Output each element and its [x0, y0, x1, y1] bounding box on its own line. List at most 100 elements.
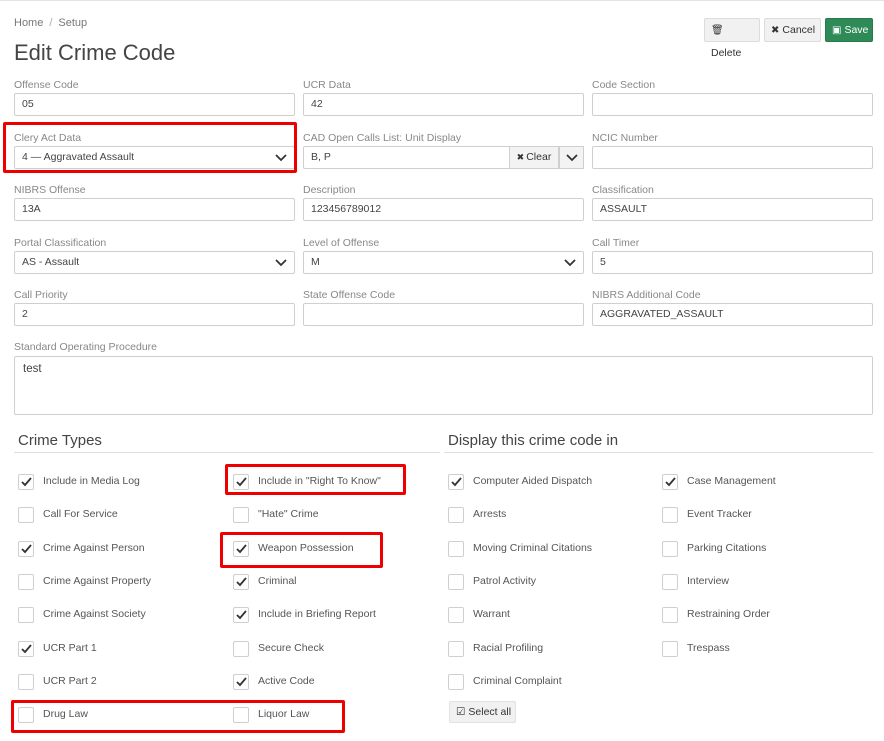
- ncic-input[interactable]: [592, 146, 873, 169]
- trash-icon: 🗑: [711, 25, 724, 36]
- portal-classification-label: Portal Classification: [14, 237, 107, 249]
- checkbox[interactable]: [662, 574, 678, 590]
- checkbox[interactable]: [18, 574, 34, 590]
- delete-button[interactable]: 🗑 Delete: [704, 18, 760, 59]
- checkbox[interactable]: [233, 507, 249, 523]
- checkbox[interactable]: [233, 607, 249, 623]
- offense-code-input[interactable]: 05: [14, 93, 295, 116]
- checkbox[interactable]: [448, 674, 464, 690]
- checkbox[interactable]: [448, 607, 464, 623]
- checkbox[interactable]: [18, 474, 34, 490]
- checkbox-label: Parking Citations: [687, 542, 767, 554]
- call-timer-label: Call Timer: [592, 237, 640, 249]
- checkbox-label: Racial Profiling: [473, 642, 544, 654]
- checkbox[interactable]: [662, 474, 678, 490]
- nibrs-offense-input[interactable]: 13A: [14, 198, 295, 221]
- description-input[interactable]: 123456789012: [303, 198, 584, 221]
- breadcrumb-home[interactable]: Home: [14, 17, 43, 29]
- code-section-input[interactable]: [592, 93, 873, 116]
- display-in-divider: [444, 452, 873, 453]
- checkbox-label: Active Code: [258, 675, 315, 687]
- call-priority-input[interactable]: 2: [14, 303, 295, 326]
- checkbox-label: Crime Against Person: [43, 542, 145, 554]
- checkbox[interactable]: [448, 474, 464, 490]
- state-offense-input[interactable]: [303, 303, 584, 326]
- checkbox[interactable]: [662, 641, 678, 657]
- chevron-down-icon: [566, 154, 578, 162]
- checkbox-label: Include in Media Log: [43, 475, 140, 487]
- chevron-down-icon: [275, 259, 287, 267]
- checkbox[interactable]: [448, 641, 464, 657]
- cad-open-field: CAD Open Calls List: Unit Display B, P ✖…: [303, 131, 584, 169]
- breadcrumb-current: Setup: [58, 17, 88, 29]
- cancel-button[interactable]: ✖ Cancel: [764, 18, 821, 42]
- nibrs-additional-input[interactable]: AGGRAVATED_ASSAULT: [592, 303, 873, 326]
- select-all-label: Select all: [468, 706, 512, 718]
- select-all-button[interactable]: ☑ Select all: [449, 701, 516, 723]
- close-icon: ✖: [516, 152, 525, 162]
- cancel-label: Cancel: [782, 24, 816, 36]
- sop-label: Standard Operating Procedure: [14, 341, 158, 353]
- cad-open-multiselect[interactable]: B, P ✖ Clear: [303, 146, 584, 169]
- checkbox-label: Patrol Activity: [473, 575, 537, 587]
- checkbox[interactable]: [18, 507, 34, 523]
- checkbox[interactable]: [18, 641, 34, 657]
- portal-classification-select[interactable]: AS - Assault: [14, 251, 295, 274]
- checkbox-label: "Hate" Crime: [258, 508, 319, 520]
- dropdown-toggle-button[interactable]: [559, 146, 584, 169]
- checkbox[interactable]: [662, 507, 678, 523]
- checkbox-label: Event Tracker: [687, 508, 752, 520]
- portal-classification-value: AS - Assault: [22, 256, 80, 268]
- checkmark-icon: [21, 544, 32, 554]
- checkbox[interactable]: [448, 574, 464, 590]
- checkbox-label: Moving Criminal Citations: [473, 542, 593, 554]
- checkbox[interactable]: [18, 607, 34, 623]
- level-offense-value: M: [311, 256, 320, 268]
- checkbox-label: Crime Against Property: [43, 575, 151, 587]
- chevron-down-icon: [564, 259, 576, 267]
- highlight-box-weapon: [220, 532, 383, 568]
- checkbox-label: Warrant: [473, 608, 510, 620]
- checkbox[interactable]: [233, 574, 249, 590]
- checkbox[interactable]: [18, 674, 34, 690]
- classification-input[interactable]: ASSAULT: [592, 198, 873, 221]
- clear-button[interactable]: ✖ Clear: [509, 146, 559, 169]
- checkbox-label: Secure Check: [258, 642, 324, 654]
- checkbox-label: UCR Part 2: [43, 675, 97, 687]
- portal-classification-field: Portal Classification AS - Assault: [14, 236, 295, 274]
- call-timer-input[interactable]: 5: [592, 251, 873, 274]
- sop-textarea[interactable]: test: [14, 356, 873, 415]
- save-button[interactable]: ▣ Save: [825, 18, 873, 42]
- checkmark-icon: [21, 644, 32, 654]
- call-timer-field: Call Timer 5: [592, 236, 873, 274]
- checkbox-label: Crime Against Society: [43, 608, 146, 620]
- checkbox[interactable]: [233, 641, 249, 657]
- checkbox[interactable]: [448, 541, 464, 557]
- checkbox[interactable]: [662, 607, 678, 623]
- breadcrumb-separator: /: [49, 17, 53, 29]
- breadcrumb: Home / Setup: [14, 17, 87, 29]
- checkbox-label: Call For Service: [43, 508, 118, 520]
- checkbox[interactable]: [233, 674, 249, 690]
- ucr-data-input[interactable]: 42: [303, 93, 584, 116]
- level-offense-select[interactable]: M: [303, 251, 584, 274]
- checkbox[interactable]: [18, 541, 34, 557]
- checkbox-label: Criminal: [258, 575, 297, 587]
- checkbox-icon: ☑: [456, 706, 466, 718]
- checkbox[interactable]: [448, 507, 464, 523]
- highlight-box-right-to-know: [225, 464, 406, 495]
- checkbox-label: Arrests: [473, 508, 507, 520]
- code-section-label: Code Section: [592, 79, 656, 91]
- state-offense-label: State Offense Code: [303, 289, 396, 301]
- checkbox-label: Computer Aided Dispatch: [473, 475, 593, 487]
- ucr-data-label: UCR Data: [303, 79, 351, 91]
- checkmark-icon: [236, 610, 247, 620]
- ncic-label: NCIC Number: [592, 132, 658, 144]
- checkbox[interactable]: [662, 541, 678, 557]
- top-divider: [0, 0, 884, 1]
- checkmark-icon: [21, 477, 32, 487]
- state-offense-field: State Offense Code: [303, 288, 584, 326]
- checkbox-label: Interview: [687, 575, 730, 587]
- floppy-icon: ▣: [832, 25, 842, 36]
- classification-label: Classification: [592, 184, 654, 196]
